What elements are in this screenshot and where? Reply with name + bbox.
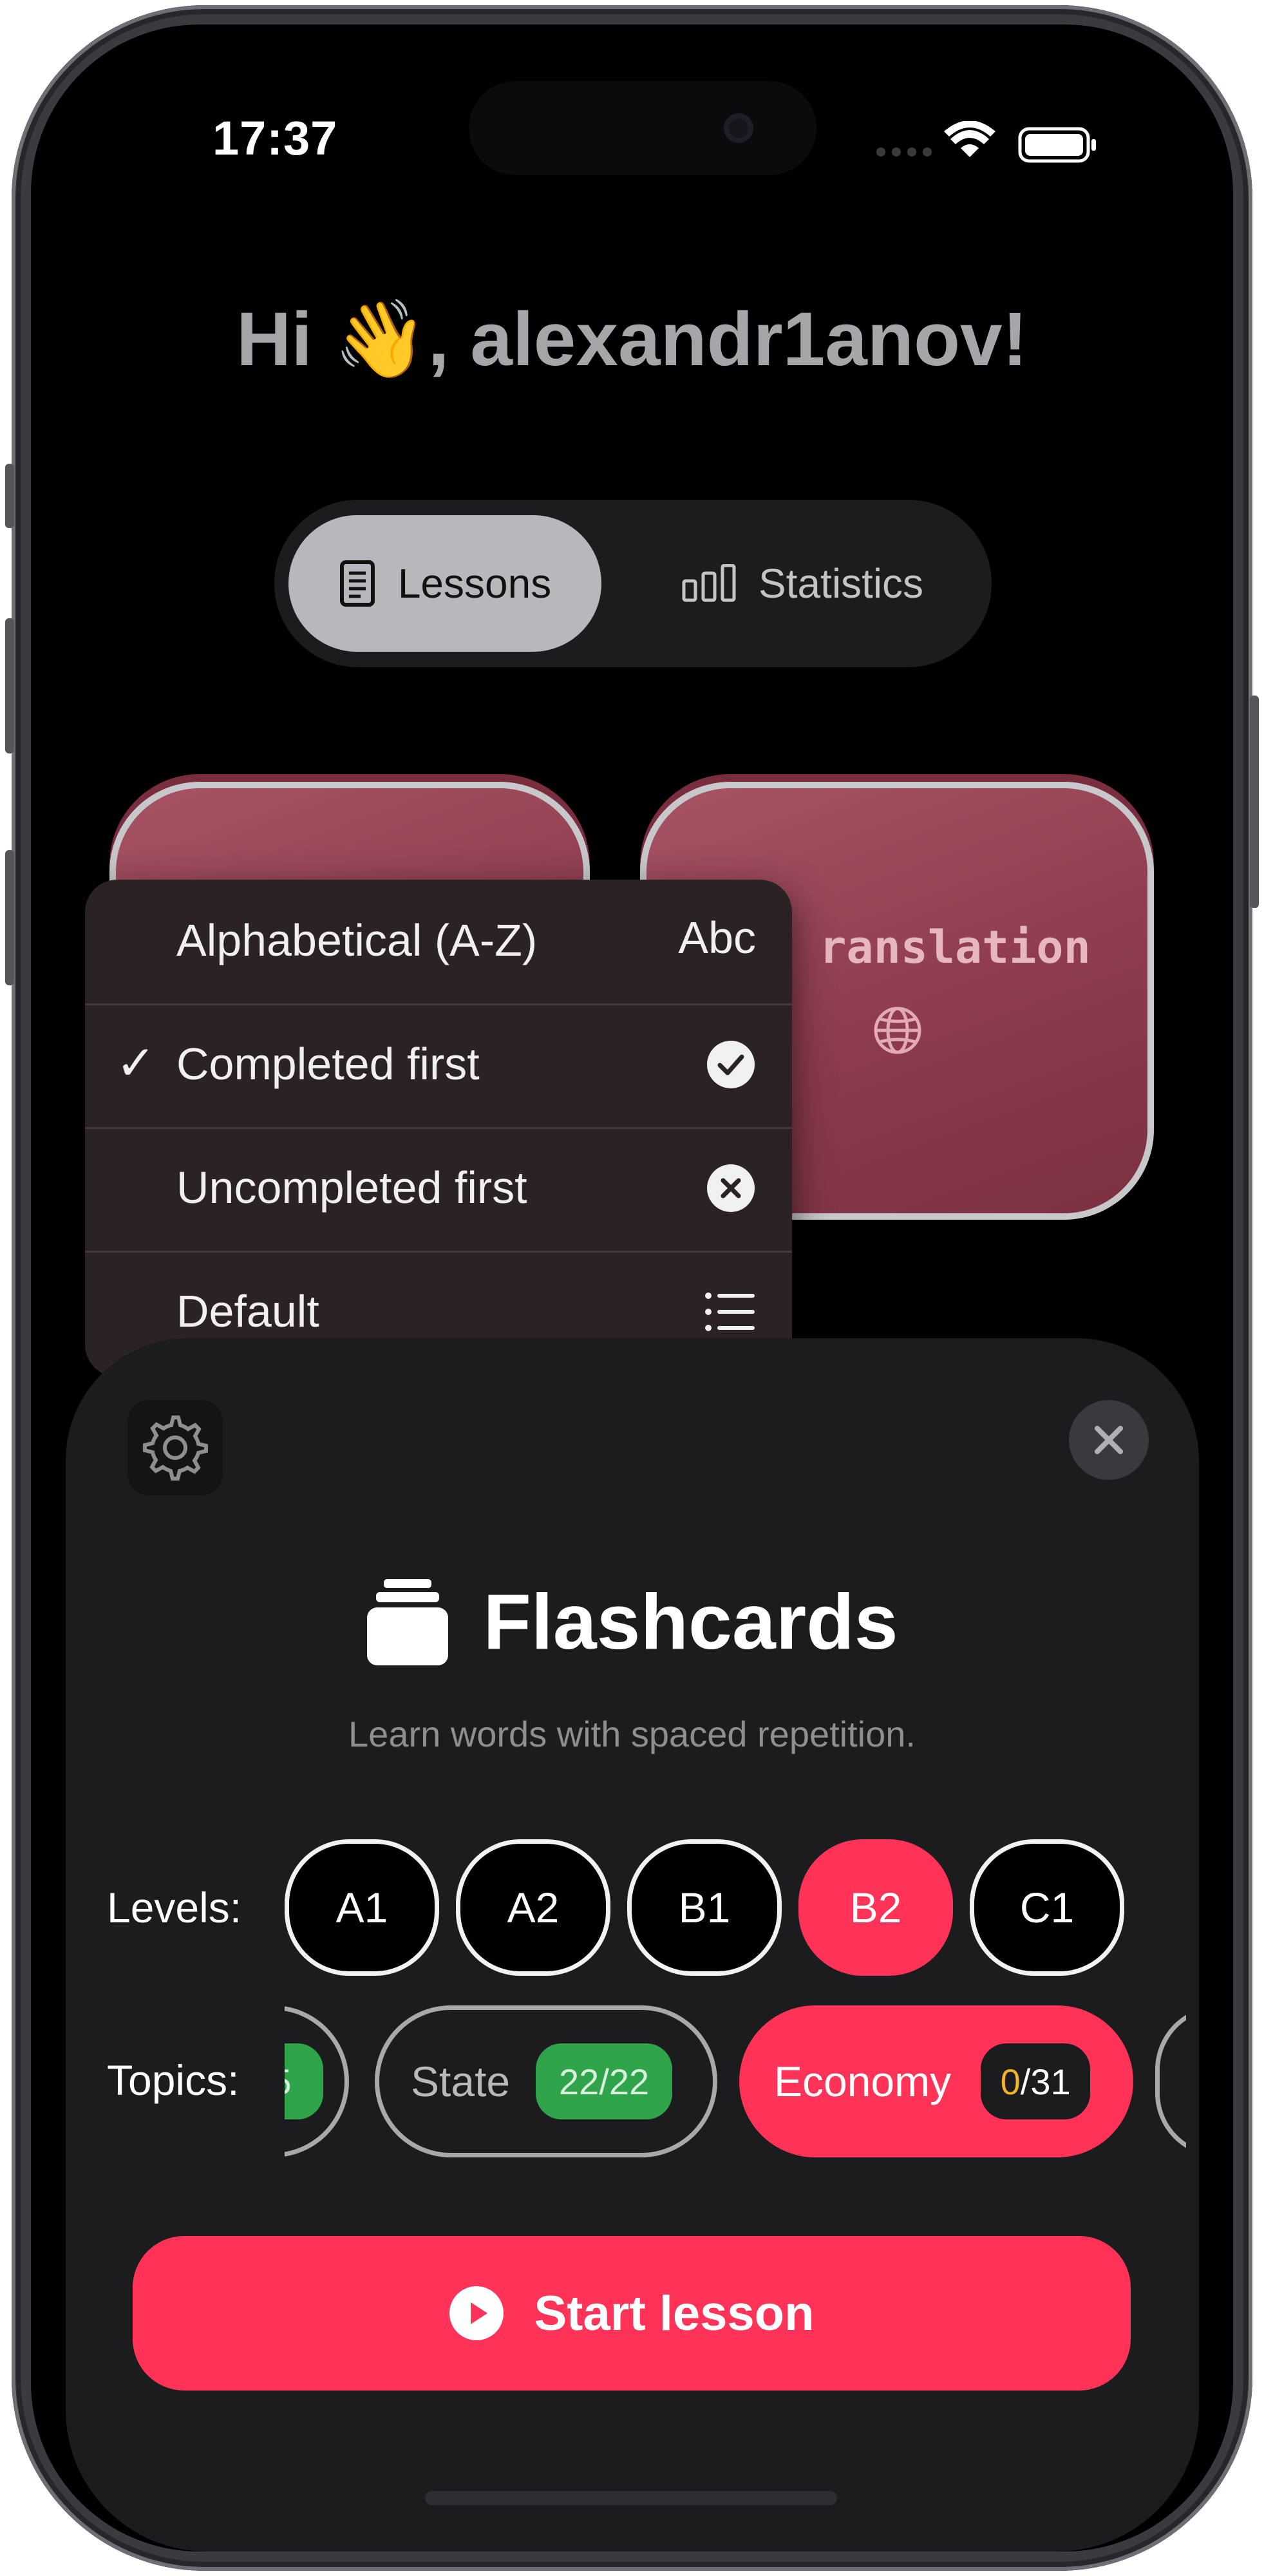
close-icon	[1095, 1426, 1123, 1454]
topic-name: Economy	[774, 2058, 952, 2105]
topic-pill-partial[interactable]	[1155, 2005, 1186, 2157]
screen: 17:37 Hi 👋, alexandr1anov! Lessons Stati…	[31, 24, 1233, 2552]
sheet-title: Flashcards	[483, 1578, 898, 1665]
greeting-title: Hi 👋, alexandr1anov!	[236, 297, 1028, 382]
volume-up-button	[5, 618, 14, 753]
level-c1[interactable]: C1	[970, 1839, 1124, 1976]
start-lesson-button[interactable]: Start lesson	[133, 2236, 1131, 2391]
topic-progress-done: 0	[1000, 2061, 1021, 2102]
dynamic-island	[469, 81, 816, 175]
bar-chart-icon	[682, 564, 736, 602]
topic-progress-total: /31	[1020, 2061, 1071, 2102]
volume-down-button	[5, 850, 14, 985]
globe-icon	[874, 1007, 921, 1054]
tab-lessons-label: Lessons	[397, 560, 552, 607]
topics-label: Topics:	[107, 2056, 240, 2104]
sheet-subtitle: Learn words with spaced repetition.	[348, 1714, 916, 1754]
tab-switcher: Lessons Statistics	[274, 500, 992, 667]
topic-economy[interactable]: Economy 0/31	[739, 2005, 1133, 2157]
document-icon	[339, 560, 375, 607]
topic-progress-badge: 5	[285, 2043, 323, 2119]
menu-item-label: Default	[176, 1286, 319, 1336]
power-button	[1250, 696, 1259, 908]
start-lesson-label: Start lesson	[534, 2286, 815, 2341]
menu-item-label: Uncompleted first	[176, 1162, 527, 1213]
play-circle-icon	[449, 2286, 504, 2340]
xmark-circle-icon	[707, 1164, 755, 1212]
topic-progress-badge: 22/22	[536, 2043, 673, 2119]
close-button[interactable]	[1069, 1400, 1149, 1480]
level-b1[interactable]: B1	[627, 1839, 782, 1976]
topic-name: State	[411, 2058, 511, 2105]
menu-item-completed-first[interactable]: ✓ Completed first	[85, 1003, 792, 1129]
action-button	[5, 464, 14, 528]
topic-progress-badge: 0/31	[981, 2043, 1091, 2119]
topic-progress-value: 5	[285, 2061, 292, 2103]
tab-lessons[interactable]: Lessons	[288, 515, 601, 652]
level-a2[interactable]: A2	[456, 1839, 610, 1976]
status-time: 17:37	[212, 111, 338, 165]
list-icon	[705, 1293, 755, 1331]
topics-scroller[interactable]: 5 State 22/22 Economy 0/31	[285, 2005, 1186, 2157]
menu-item-uncompleted-first[interactable]: Uncompleted first	[85, 1127, 792, 1253]
levels-label: Levels:	[107, 1884, 242, 1931]
signal-wifi-battery-icon	[876, 120, 1096, 163]
sort-menu: Alphabetical (A-Z) Abc ✓ Completed first…	[85, 880, 792, 1377]
topic-pill[interactable]: 5	[285, 2005, 349, 2157]
menu-item-label: Alphabetical (A-Z)	[176, 915, 538, 965]
home-indicator	[425, 2491, 837, 2505]
gear-icon	[143, 1416, 208, 1481]
level-a1[interactable]: A1	[285, 1839, 439, 1976]
settings-button[interactable]	[127, 1400, 223, 1495]
sheet-title-row: Flashcards	[31, 1577, 1233, 1667]
level-b2[interactable]: B2	[798, 1839, 953, 1976]
camera-icon	[724, 113, 753, 143]
abc-icon: Abc	[678, 913, 756, 963]
topic-state[interactable]: State 22/22	[375, 2005, 717, 2157]
topic-progress-value: 22/22	[559, 2061, 650, 2102]
tab-statistics[interactable]: Statistics	[635, 515, 970, 652]
checkmark-circle-icon	[707, 1041, 755, 1088]
menu-item-label: Completed first	[176, 1039, 480, 1089]
checkmark-icon: ✓	[116, 1036, 156, 1090]
tab-statistics-label: Statistics	[758, 560, 924, 607]
menu-item-alphabetical[interactable]: Alphabetical (A-Z) Abc	[85, 880, 792, 1005]
flashcards-icon	[367, 1579, 449, 1665]
status-icons	[874, 120, 1106, 176]
